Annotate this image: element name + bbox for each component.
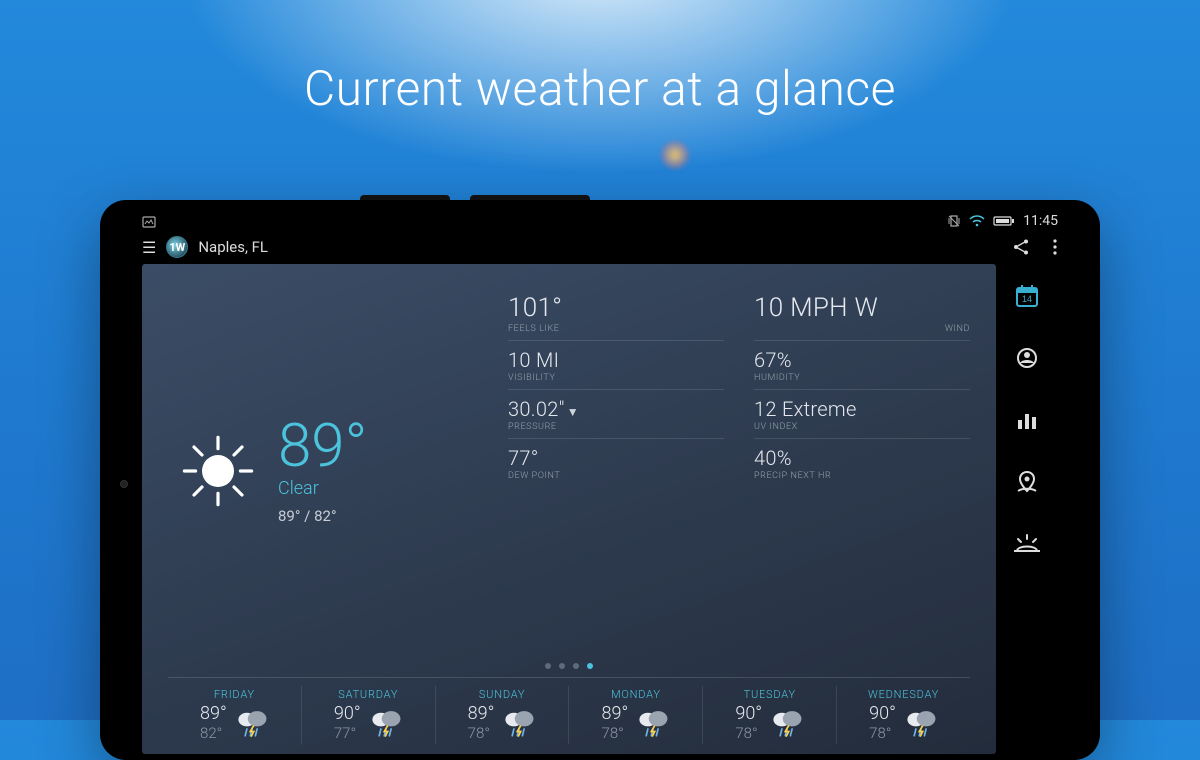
thunderstorm-icon [235, 708, 269, 738]
forecast-row[interactable]: FRIDAY 89° 82° [168, 677, 970, 744]
thunderstorm-icon [904, 708, 938, 738]
wifi-icon [969, 215, 985, 227]
sun-icon [178, 431, 258, 511]
visibility-label: VISIBILITY [508, 373, 724, 383]
forecast-day[interactable]: FRIDAY 89° 82° [168, 686, 301, 744]
wind-value: 10 MPH W [754, 293, 970, 323]
forecast-day[interactable]: SUNDAY 89° 78° [435, 686, 569, 744]
app-logo[interactable]: 1W [166, 236, 188, 258]
promo-title: Current weather at a glance [0, 60, 1200, 117]
power-button [360, 195, 450, 200]
forecast-day-label: MONDAY [611, 688, 661, 701]
precip-label: PRECIP NEXT HR [754, 471, 970, 481]
lens-flare [660, 140, 690, 170]
page-dot-active[interactable] [587, 663, 593, 669]
forecast-high: 89° [602, 704, 629, 725]
dewpoint-label: DEW POINT [508, 471, 724, 481]
battery-icon [993, 215, 1015, 227]
forecast-day-label: WEDNESDAY [868, 688, 939, 701]
precip-value: 40% [754, 446, 970, 470]
uv-value: 12 Extreme [754, 397, 970, 421]
overflow-button[interactable] [1052, 238, 1058, 256]
forecast-low: 78° [468, 725, 495, 742]
metrics-grid: 101° FEELS LIKE 10 MPH W WIND 10 MI VISI… [508, 282, 970, 659]
metric-visibility: 10 MI VISIBILITY [508, 340, 724, 389]
forecast-day[interactable]: WEDNESDAY 90° 78° [836, 686, 970, 744]
forecast-high: 89° [200, 704, 227, 725]
share-button[interactable] [1012, 238, 1030, 256]
forecast-high: 90° [869, 704, 896, 725]
forecast-low: 78° [602, 725, 629, 742]
metric-precip: 40% PRECIP NEXT HR [754, 438, 970, 487]
forecast-day[interactable]: TUESDAY 90° 78° [702, 686, 836, 744]
thunderstorm-icon [770, 708, 804, 738]
forecast-day[interactable]: SATURDAY 90° 77° [301, 686, 435, 744]
forecast-low: 78° [735, 725, 762, 742]
metric-pressure: 30.02"▼ PRESSURE [508, 389, 724, 438]
humidity-value: 67% [754, 348, 970, 372]
page-dot[interactable] [573, 663, 579, 669]
metric-wind: 10 MPH W WIND [754, 286, 970, 340]
dewpoint-value: 77° [508, 446, 724, 470]
metric-feels-like: 101° FEELS LIKE [508, 286, 724, 340]
status-bar: 11:45 [142, 206, 1058, 230]
metric-dewpoint: 77° DEW POINT [508, 438, 724, 487]
pressure-value: 30.02" [508, 397, 565, 421]
front-camera [120, 480, 128, 488]
forecast-day[interactable]: MONDAY 89° 78° [568, 686, 702, 744]
nav-calendar[interactable]: 14 [1013, 282, 1041, 310]
feels-like-label: FEELS LIKE [508, 324, 724, 334]
page-dot[interactable] [559, 663, 565, 669]
nav-radar[interactable] [1013, 344, 1041, 372]
forecast-day-label: FRIDAY [214, 688, 255, 701]
uv-label: UV INDEX [754, 422, 970, 432]
wind-label: WIND [754, 324, 970, 334]
location-label[interactable]: Naples, FL [198, 238, 268, 256]
forecast-low: 77° [334, 725, 361, 742]
current-conditions: 89° Clear 89° / 82° 101° FEELS LIKE [168, 282, 970, 659]
metric-uv: 12 Extreme UV INDEX [754, 389, 970, 438]
side-nav: 14 [996, 264, 1058, 754]
app-bar: ☰ 1W Naples, FL [142, 230, 1058, 264]
page-indicator[interactable] [168, 659, 970, 677]
weather-panel[interactable]: 89° Clear 89° / 82° 101° FEELS LIKE [142, 264, 996, 754]
nav-map[interactable] [1013, 468, 1041, 496]
current-condition: Clear [278, 478, 367, 499]
nav-graphs[interactable] [1013, 406, 1041, 434]
thunderstorm-icon [502, 708, 536, 738]
forecast-high: 90° [735, 704, 762, 725]
visibility-value: 10 MI [508, 348, 724, 372]
menu-button[interactable]: ☰ [142, 238, 156, 257]
thunderstorm-icon [636, 708, 670, 738]
pressure-trend-icon: ▼ [567, 405, 579, 419]
forecast-high: 89° [468, 704, 495, 725]
nav-sun-moon[interactable] [1013, 530, 1041, 558]
clock: 11:45 [1023, 213, 1058, 229]
current-high-low: 89° / 82° [278, 507, 367, 525]
forecast-high: 90° [334, 704, 361, 725]
svg-text:14: 14 [1022, 294, 1032, 304]
tablet-frame: 11:45 ☰ 1W Naples, FL [100, 200, 1100, 760]
forecast-day-label: SATURDAY [338, 688, 398, 701]
forecast-low: 82° [200, 725, 227, 742]
current-temperature: 89° [278, 416, 367, 476]
vibrate-icon [947, 214, 961, 228]
screenshot-icon [142, 216, 156, 228]
pressure-label: PRESSURE [508, 422, 724, 432]
thunderstorm-icon [369, 708, 403, 738]
feels-like-value: 101° [508, 293, 724, 323]
page-dot[interactable] [545, 663, 551, 669]
forecast-day-label: SUNDAY [479, 688, 525, 701]
humidity-label: HUMIDITY [754, 373, 970, 383]
forecast-day-label: TUESDAY [744, 688, 796, 701]
volume-button [470, 195, 590, 200]
metric-humidity: 67% HUMIDITY [754, 340, 970, 389]
forecast-low: 78° [869, 725, 896, 742]
